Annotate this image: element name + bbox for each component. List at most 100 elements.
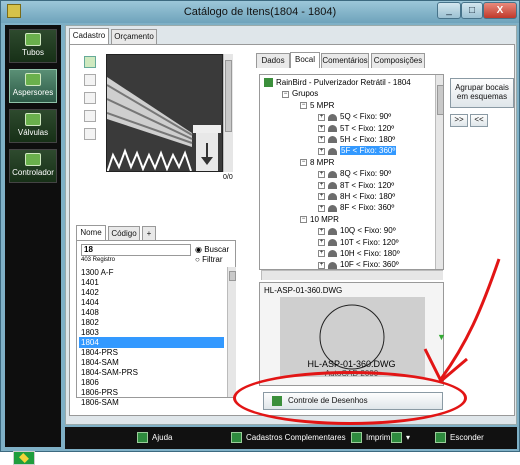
copy-icon[interactable]: [84, 110, 96, 122]
expand-icon[interactable]: +: [318, 170, 325, 178]
tree-node[interactable]: −8 MPR: [300, 157, 334, 168]
nozzle-icon: [328, 113, 337, 121]
nozzle-icon: [328, 136, 337, 144]
expand-icon[interactable]: +: [318, 113, 325, 121]
tree-scrollbar[interactable]: [435, 75, 443, 269]
tree-node-label: 10T < Fixo: 120º: [340, 237, 399, 247]
list-panel: 18 403 Registro ◉ Buscar ○ Filtrar 1300 …: [76, 240, 236, 407]
help-button[interactable]: Ajuda: [137, 430, 172, 446]
expand-icon[interactable]: +: [318, 238, 325, 246]
nav-controlador[interactable]: Controlador: [9, 149, 57, 183]
tab-orcamento[interactable]: Orçamento: [111, 29, 157, 44]
collapse-icon[interactable]: −: [300, 102, 307, 110]
tab-cadastro[interactable]: Cadastro: [69, 28, 109, 44]
sprinkler-illustration: [107, 77, 221, 171]
language-dropdown-icon[interactable]: ▼: [41, 455, 49, 464]
list-scroll-thumb[interactable]: [229, 271, 236, 281]
print-icon: [351, 432, 362, 444]
tree-scroll-thumb[interactable]: [437, 85, 443, 115]
expand-icon[interactable]: +: [318, 261, 325, 269]
close-button[interactable]: X: [483, 2, 517, 19]
minimize-button[interactable]: _: [437, 2, 461, 19]
nozzle-icon: [328, 124, 337, 132]
tree-node-label: 5 MPR: [310, 100, 335, 110]
print-options-button[interactable]: ▾: [391, 430, 410, 446]
tree-node[interactable]: −5 MPR: [300, 100, 334, 111]
tree-nozzle-item[interactable]: +8T < Fixo: 120º: [318, 180, 394, 191]
tree-nozzle-item[interactable]: +8H < Fixo: 180º: [318, 191, 395, 202]
tree-node[interactable]: − Grupos: [282, 88, 318, 99]
collapse-icon[interactable]: −: [300, 159, 307, 167]
valve-icon: [25, 113, 41, 126]
group-nozzles-button[interactable]: Agrupar bocais em esquemas: [450, 78, 514, 108]
nozzle-icon: [328, 147, 337, 155]
print-options-icon: [391, 432, 402, 444]
expand-icon[interactable]: +: [318, 204, 325, 212]
prev-button[interactable]: <<: [470, 114, 488, 127]
radio-buscar[interactable]: ◉ Buscar: [195, 245, 229, 254]
expand-icon[interactable]: +: [318, 250, 325, 258]
zoom-icon[interactable]: [84, 56, 96, 68]
expand-icon[interactable]: +: [318, 181, 325, 189]
catalog-icon: [231, 432, 242, 444]
expand-icon[interactable]: +: [318, 147, 325, 155]
search-input[interactable]: 18: [81, 244, 191, 256]
cadastros-button[interactable]: Cadastros Complementares: [231, 430, 346, 446]
tree-node-label: 5T < Fixo: 120º: [340, 123, 395, 133]
tree-nozzle-item[interactable]: +10F < Fixo: 360º: [318, 259, 399, 269]
tab-codigo[interactable]: Código: [108, 226, 140, 241]
exit-button[interactable]: Esconder: [435, 430, 484, 446]
tree-nozzle-item[interactable]: +5F < Fixo: 360º: [318, 145, 397, 156]
preview-scrollbar[interactable]: [223, 54, 233, 172]
tab-bocal[interactable]: Bocal: [290, 52, 320, 68]
left-nav: Tubos Aspersores Válvulas Controlador ▼: [5, 25, 61, 465]
nozzle-icon: [328, 250, 337, 258]
tab-add[interactable]: +: [142, 226, 156, 241]
expand-icon[interactable]: +: [318, 227, 325, 235]
radio-filtrar[interactable]: ○ Filtrar: [195, 255, 223, 264]
tree-node-label: 10 MPR: [310, 214, 339, 224]
nozzle-icon: [328, 204, 337, 212]
expand-icon[interactable]: +: [318, 136, 325, 144]
tree-node-label: RainBird - Pulverizador Retrátil - 1804: [276, 78, 411, 87]
tree-nozzle-item[interactable]: +8F < Fixo: 360º: [318, 202, 394, 213]
tree-nozzle-item[interactable]: +10T < Fixo: 120º: [318, 237, 399, 248]
nav-aspersores[interactable]: Aspersores: [9, 69, 57, 103]
tree-nozzle-item[interactable]: +8Q < Fixo: 90º: [318, 168, 391, 179]
image-icon[interactable]: [84, 74, 96, 86]
settings-icon[interactable]: [84, 128, 96, 140]
brazil-flag-icon[interactable]: [13, 451, 35, 465]
tree-node-label: 8F < Fixo: 360º: [340, 203, 395, 213]
tree-node-label: 5H < Fixo: 180º: [340, 135, 396, 144]
expand-icon[interactable]: +: [318, 124, 325, 132]
tree-nozzle-item[interactable]: +5H < Fixo: 180º: [318, 134, 395, 145]
expand-icon[interactable]: +: [318, 193, 325, 201]
main-window: Catálogo de Itens(1804 - 1804) _ □ X Tub…: [0, 0, 520, 465]
tree-nozzle-item[interactable]: +10H < Fixo: 180º: [318, 248, 400, 259]
nav-valvulas[interactable]: Válvulas: [9, 109, 57, 143]
nozzle-icon: [328, 170, 337, 178]
tree-node[interactable]: −10 MPR: [300, 214, 339, 225]
tree-node-label: 8H < Fixo: 180º: [340, 192, 396, 201]
print-button[interactable]: Imprimir: [351, 430, 395, 446]
collapse-icon[interactable]: −: [282, 90, 289, 98]
image-edit-icon[interactable]: [84, 92, 96, 104]
controller-icon: [25, 153, 41, 166]
tab-comentarios[interactable]: Comentários: [321, 53, 369, 68]
tree-nozzle-item[interactable]: +5Q < Fixo: 90º: [318, 111, 391, 122]
tab-dados[interactable]: Dados: [256, 53, 290, 68]
tree-node[interactable]: RainBird - Pulverizador Retrátil - 1804: [264, 77, 411, 88]
collapse-icon[interactable]: −: [300, 216, 307, 224]
tree-nozzle-item[interactable]: +10Q < Fixo: 90º: [318, 225, 396, 236]
tab-nome[interactable]: Nome: [76, 225, 106, 241]
next-button[interactable]: >>: [450, 114, 468, 127]
maximize-button[interactable]: □: [461, 2, 483, 19]
nozzle-icon: [328, 238, 337, 246]
preview-scroll-thumb[interactable]: [225, 60, 232, 132]
tab-composicoes[interactable]: Composições: [371, 53, 425, 68]
tree-nozzle-item[interactable]: +5T < Fixo: 120º: [318, 123, 394, 134]
help-icon: [137, 432, 148, 444]
list-scrollbar[interactable]: [227, 267, 236, 397]
nav-tubos[interactable]: Tubos: [9, 29, 57, 63]
list-item[interactable]: 1806-SAM: [79, 397, 224, 408]
